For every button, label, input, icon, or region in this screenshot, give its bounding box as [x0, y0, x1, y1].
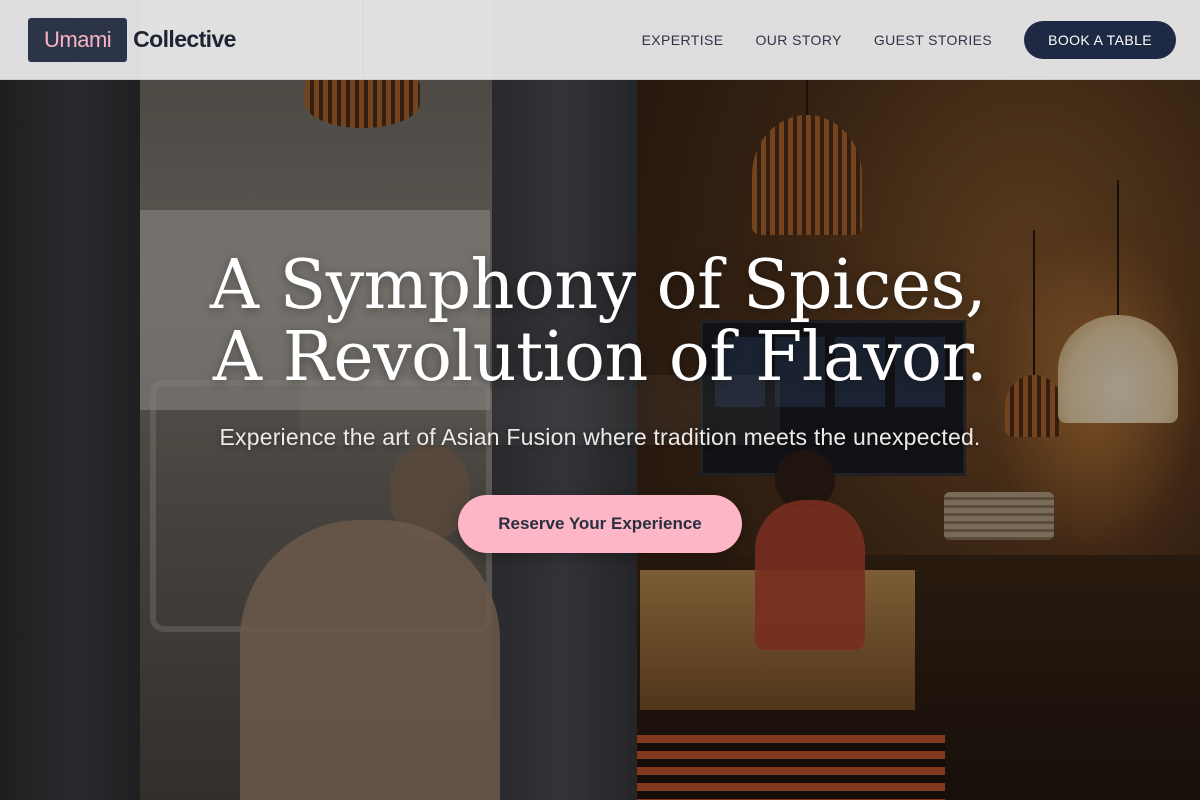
nav-link-our-story[interactable]: OUR STORY — [756, 32, 842, 48]
hero-section: A Symphony of Spices, A Revolution of Fl… — [0, 250, 1200, 553]
site-header: Umami Collective EXPERTISE OUR STORY GUE… — [0, 0, 1200, 80]
hero-headline-line-2: A Revolution of Flavor. — [212, 318, 988, 397]
logo-text: Collective — [133, 26, 236, 52]
book-a-table-button[interactable]: BOOK A TABLE — [1024, 20, 1176, 59]
nav-link-expertise[interactable]: EXPERTISE — [642, 32, 724, 48]
nav-link-guest-stories[interactable]: GUEST STORIES — [874, 32, 992, 48]
hero-headline-line-1: A Symphony of Spices, — [209, 246, 987, 325]
reserve-experience-button[interactable]: Reserve Your Experience — [458, 495, 742, 553]
hero-headline: A Symphony of Spices, A Revolution of Fl… — [0, 250, 1200, 394]
logo-highlight: Umami — [28, 17, 128, 62]
page: Umami Collective EXPERTISE OUR STORY GUE… — [0, 0, 1200, 800]
main-nav: EXPERTISE OUR STORY GUEST STORIES BOOK A… — [642, 20, 1176, 59]
hero-subheadline: Experience the art of Asian Fusion where… — [219, 424, 981, 450]
logo[interactable]: Umami Collective — [28, 17, 236, 62]
